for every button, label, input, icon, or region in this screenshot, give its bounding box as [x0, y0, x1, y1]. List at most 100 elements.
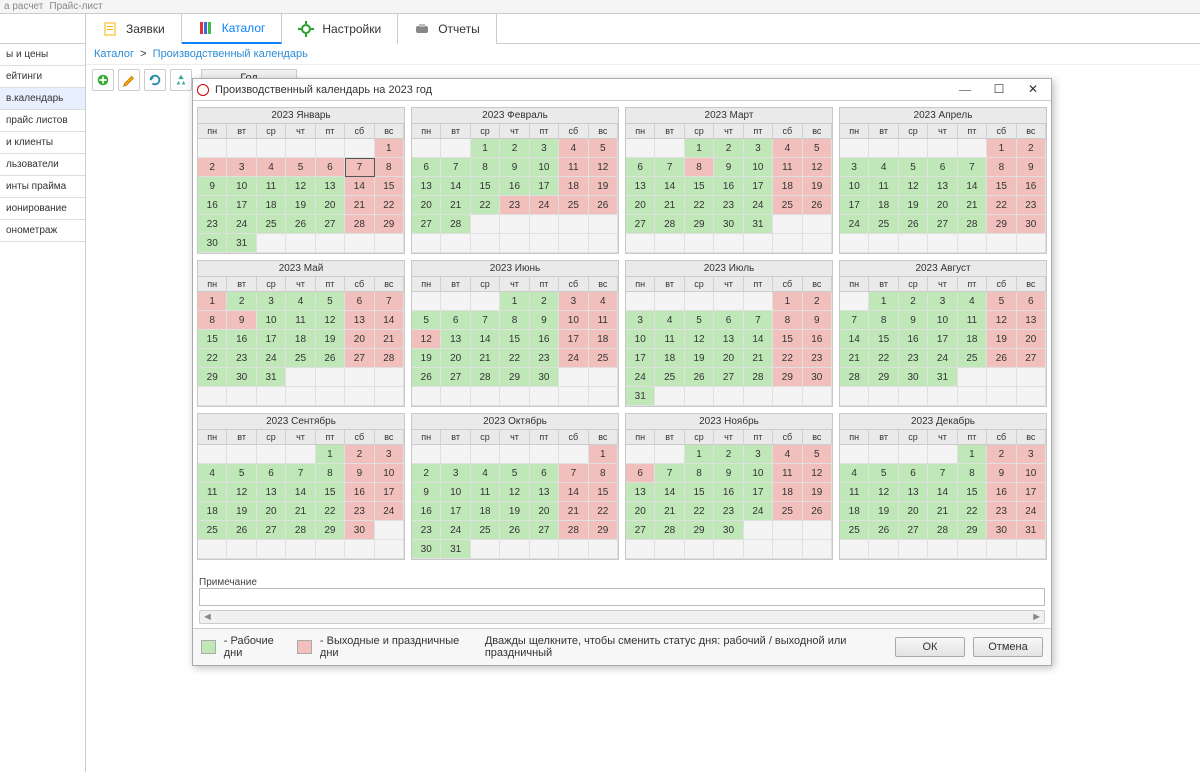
day-cell[interactable]: 17 — [626, 349, 655, 368]
day-cell[interactable]: 20 — [626, 502, 655, 521]
day-cell[interactable]: 31 — [744, 215, 773, 234]
day-cell[interactable]: 8 — [685, 464, 714, 483]
day-cell[interactable]: 9 — [1017, 158, 1046, 177]
day-cell[interactable]: 8 — [316, 464, 345, 483]
day-cell[interactable]: 25 — [773, 196, 802, 215]
day-cell[interactable]: 23 — [803, 349, 832, 368]
day-cell[interactable]: 25 — [655, 368, 684, 387]
day-cell[interactable]: 3 — [928, 292, 957, 311]
day-cell[interactable]: 31 — [1017, 521, 1046, 540]
day-cell[interactable]: 1 — [316, 445, 345, 464]
sidebar-item[interactable]: онометраж — [0, 220, 85, 242]
day-cell[interactable]: 26 — [316, 349, 345, 368]
day-cell[interactable]: 5 — [685, 311, 714, 330]
day-cell[interactable]: 22 — [685, 196, 714, 215]
day-cell[interactable]: 3 — [1017, 445, 1046, 464]
day-cell[interactable]: 9 — [227, 311, 256, 330]
day-cell[interactable]: 31 — [227, 234, 256, 253]
day-cell[interactable]: 20 — [928, 196, 957, 215]
day-cell[interactable]: 4 — [958, 292, 987, 311]
sidebar-item[interactable]: ы и цены — [0, 44, 85, 66]
day-cell[interactable]: 1 — [589, 445, 618, 464]
day-cell[interactable]: 25 — [958, 349, 987, 368]
day-cell[interactable]: 5 — [500, 464, 529, 483]
day-cell[interactable]: 22 — [987, 196, 1016, 215]
day-cell[interactable]: 24 — [744, 196, 773, 215]
day-cell[interactable]: 4 — [869, 158, 898, 177]
day-cell[interactable]: 11 — [589, 311, 618, 330]
day-cell[interactable]: 31 — [928, 368, 957, 387]
day-cell[interactable]: 21 — [345, 196, 374, 215]
day-cell[interactable]: 10 — [744, 158, 773, 177]
day-cell[interactable]: 15 — [869, 330, 898, 349]
day-cell[interactable]: 27 — [412, 215, 441, 234]
day-cell[interactable]: 11 — [655, 330, 684, 349]
day-cell[interactable]: 19 — [803, 177, 832, 196]
day-cell[interactable]: 8 — [375, 158, 404, 177]
day-cell[interactable]: 23 — [198, 215, 227, 234]
day-cell[interactable]: 15 — [316, 483, 345, 502]
day-cell[interactable]: 10 — [840, 177, 869, 196]
day-cell[interactable]: 26 — [869, 521, 898, 540]
day-cell[interactable]: 11 — [869, 177, 898, 196]
day-cell[interactable]: 8 — [198, 311, 227, 330]
day-cell[interactable]: 17 — [375, 483, 404, 502]
day-cell[interactable]: 9 — [714, 158, 743, 177]
day-cell[interactable]: 30 — [714, 521, 743, 540]
day-cell[interactable]: 3 — [441, 464, 470, 483]
day-cell[interactable]: 21 — [375, 330, 404, 349]
day-cell[interactable]: 8 — [987, 158, 1016, 177]
day-cell[interactable]: 24 — [1017, 502, 1046, 521]
main-tab-catalog[interactable]: Каталог — [182, 14, 283, 44]
day-cell[interactable]: 26 — [500, 521, 529, 540]
day-cell[interactable]: 12 — [869, 483, 898, 502]
day-cell[interactable]: 1 — [375, 139, 404, 158]
day-cell[interactable]: 19 — [286, 196, 315, 215]
day-cell[interactable]: 24 — [227, 215, 256, 234]
day-cell[interactable]: 6 — [899, 464, 928, 483]
day-cell[interactable]: 31 — [441, 540, 470, 559]
day-cell[interactable]: 7 — [840, 311, 869, 330]
day-cell[interactable]: 9 — [899, 311, 928, 330]
day-cell[interactable]: 10 — [626, 330, 655, 349]
day-cell[interactable]: 24 — [257, 349, 286, 368]
day-cell[interactable]: 27 — [626, 521, 655, 540]
day-cell[interactable]: 27 — [441, 368, 470, 387]
day-cell[interactable]: 7 — [744, 311, 773, 330]
day-cell[interactable]: 30 — [412, 540, 441, 559]
day-cell[interactable]: 21 — [655, 502, 684, 521]
day-cell[interactable]: 10 — [227, 177, 256, 196]
day-cell[interactable]: 26 — [685, 368, 714, 387]
day-cell[interactable]: 15 — [375, 177, 404, 196]
day-cell[interactable]: 15 — [685, 483, 714, 502]
day-cell[interactable]: 19 — [500, 502, 529, 521]
day-cell[interactable]: 24 — [928, 349, 957, 368]
day-cell[interactable]: 2 — [198, 158, 227, 177]
day-cell[interactable]: 9 — [198, 177, 227, 196]
day-cell[interactable]: 27 — [928, 215, 957, 234]
day-cell[interactable]: 23 — [714, 196, 743, 215]
day-cell[interactable]: 30 — [198, 234, 227, 253]
add-button[interactable] — [92, 69, 114, 91]
day-cell[interactable]: 12 — [286, 177, 315, 196]
day-cell[interactable]: 30 — [987, 521, 1016, 540]
day-cell[interactable]: 3 — [744, 445, 773, 464]
day-cell[interactable]: 11 — [840, 483, 869, 502]
day-cell[interactable]: 27 — [714, 368, 743, 387]
day-cell[interactable]: 5 — [899, 158, 928, 177]
day-cell[interactable]: 11 — [286, 311, 315, 330]
day-cell[interactable]: 25 — [840, 521, 869, 540]
day-cell[interactable]: 24 — [441, 521, 470, 540]
day-cell[interactable]: 5 — [227, 464, 256, 483]
day-cell[interactable]: 24 — [559, 349, 588, 368]
day-cell[interactable]: 21 — [958, 196, 987, 215]
day-cell[interactable]: 18 — [257, 196, 286, 215]
day-cell[interactable]: 3 — [626, 311, 655, 330]
day-cell[interactable]: 21 — [655, 196, 684, 215]
day-cell[interactable]: 10 — [375, 464, 404, 483]
day-cell[interactable]: 7 — [286, 464, 315, 483]
day-cell[interactable]: 8 — [958, 464, 987, 483]
day-cell[interactable]: 20 — [899, 502, 928, 521]
ok-button[interactable]: ОК — [895, 637, 965, 657]
day-cell[interactable]: 14 — [655, 177, 684, 196]
